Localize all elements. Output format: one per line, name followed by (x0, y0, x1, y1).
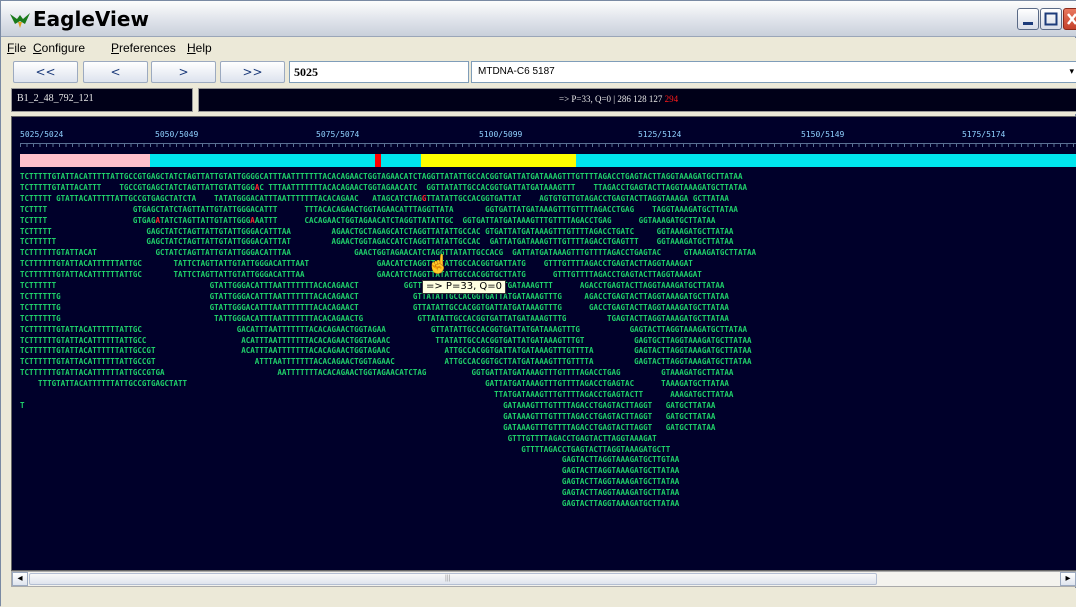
status-bar (1, 588, 1076, 607)
read-line[interactable]: GATAAAGTTTGTTTTAGACCTGAGTACTTAGGT GATGCT… (20, 412, 715, 421)
read-line[interactable]: GAGTACTTAGGTAAAGATGCTTATAA (20, 488, 679, 497)
maximize-icon (1044, 12, 1058, 26)
read-line[interactable]: TCTTTTTTGTATTACATTTTTTATTGCCGTGA AATTTTT… (20, 368, 733, 377)
window-title: EagleView (33, 7, 149, 31)
read-line[interactable]: GTTTGTTTTAGACCTGAGTACTTAGGTAAAGAT (20, 434, 657, 443)
read-line[interactable]: TCTTTTTTGTATTACATTTTTTATTGCCGT ACATTTAAT… (20, 346, 752, 355)
read-line[interactable]: GAGTACTTAGGTAAAGATGCTTGTAA (20, 455, 679, 464)
read-line[interactable]: TCTTTTTTGTATTACATTTTTTATTGC TATTCTAGTTAT… (20, 270, 702, 279)
coverage-segment-yellow (421, 154, 576, 167)
read-line[interactable]: GATAAAGTTTGTTTTAGACCTGAGTACTTAGGT GATGCT… (20, 423, 715, 432)
read-line[interactable]: TCTTTTT GTATTACATTTTTATTGCCGTGAGCTATCTA … (20, 194, 729, 203)
menu-help[interactable]: Help (187, 41, 212, 55)
reference-select-value: MTDNA-C6 5187 (478, 66, 555, 77)
scroll-left-button[interactable]: ◂ (12, 572, 28, 586)
menu-configure[interactable]: Configure (33, 41, 85, 55)
scroll-right-button[interactable]: ▸ (1060, 572, 1076, 586)
next-button[interactable]: > (151, 61, 216, 83)
read-id-display: B1_2_48_792_121 (11, 88, 193, 112)
read-line[interactable]: TCTTTTTTGTATTACATTTTTTATTGCCGT ATTTAATTT… (20, 357, 752, 366)
read-line[interactable]: TCTTTTTTGTATTACATTTTTTATTGC TATTCTAGTTAT… (20, 259, 693, 268)
read-line[interactable]: TCTTTTTTGTATTACAT GCTATCTAGTTATTGTATTGGG… (20, 248, 756, 257)
status-display: => P=33, Q=0 | 286 128 127 294 (198, 88, 1076, 112)
app-window: EagleView File Configure Preferences Hel… (0, 0, 1076, 607)
read-line[interactable]: TCTTTTTTGTATTACATTTTTTATTGCC ACATTTAATTT… (20, 336, 752, 345)
maximize-button[interactable] (1040, 8, 1062, 30)
read-line[interactable]: TTTGTATTACATTTTTTATTGCCGTGAGCTATT GATTAT… (20, 379, 729, 388)
read-line[interactable]: T GATAAAGTTTGTTTTAGACCTGAGTACTTAGGT GATG… (20, 401, 715, 410)
minimize-button[interactable] (1017, 8, 1039, 30)
status-main: => P=33, Q=0 | 286 128 127 (559, 94, 665, 104)
read-line[interactable]: TCTTTT GTGAGATATCTAGTTATTGTATTGGGAAATTT … (20, 216, 715, 225)
coverage-segment-pink (20, 154, 150, 167)
read-line[interactable]: TCTTTTT GAGCTATCTAGTTATTGTATTGGGACATTTAA… (20, 227, 733, 236)
scroll-grip-icon: ||| (445, 575, 451, 582)
previous-button[interactable]: < (83, 61, 148, 83)
coverage-segment-cyan-3 (576, 154, 1076, 167)
menu-preferences[interactable]: Preferences (111, 41, 176, 55)
position-label: 5175/5174 (962, 130, 1006, 139)
read-line[interactable]: TCTTTTTGTATTACATTT TGCCGTGAGCTATCTAGTTAT… (20, 183, 747, 192)
scroll-thumb[interactable]: ||| (29, 573, 877, 585)
coverage-bar (20, 154, 1076, 167)
read-line[interactable]: TCTTTTTT GTATTGGGACATTTAATTTTTTTACACAGAA… (20, 281, 724, 290)
read-line[interactable]: GAGTACTTAGGTAAAGATGCTTATAA (20, 466, 679, 475)
last-page-button[interactable]: >> (220, 61, 285, 83)
read-line[interactable]: TCTTTTTTG GTATTGGGACATTTAATTTTTTTACACAGA… (20, 292, 729, 301)
read-line[interactable]: GTTTTAGACCTGAGTACTTAGGTAAAGATGCTT (20, 445, 670, 454)
position-label: 5075/5074 (316, 130, 360, 139)
menu-bar: File Configure Preferences Help (1, 38, 1076, 58)
coverage-segment-cyan-2 (381, 154, 421, 167)
coverage-segment-cyan (150, 154, 375, 167)
menu-file[interactable]: File (7, 41, 26, 55)
eagle-logo-icon (10, 13, 30, 28)
read-line[interactable]: GAGTACTTAGGTAAAGATGCTTATAA (20, 477, 679, 486)
position-label: 5125/5124 (638, 130, 682, 139)
position-input[interactable]: 5025 (289, 61, 469, 83)
position-label: 5100/5099 (479, 130, 523, 139)
read-line[interactable]: TCTTTTTT GAGCTATCTAGTTATTGTATTGGGACATTTA… (20, 237, 733, 246)
dropdown-arrow-icon: ▾ (1069, 66, 1074, 76)
minimize-icon (1023, 22, 1033, 25)
tooltip: => P=33, Q=0 (422, 280, 507, 294)
status-text: => P=33, Q=0 | 286 128 127 294 (559, 94, 678, 104)
reference-select[interactable]: MTDNA-C6 5187 ▾ (471, 61, 1076, 83)
read-line[interactable]: TCTTTT GTGAGCTATCTAGTTATTGTATTGGGACATTT … (20, 205, 738, 214)
read-line[interactable]: TCTTTTTTG TATTGGGACATTTAATTTTTTTACACAGAA… (20, 314, 729, 323)
close-icon (1067, 13, 1076, 25)
close-button[interactable] (1063, 8, 1076, 30)
first-page-button[interactable]: << (13, 61, 78, 83)
alignment-viewer[interactable]: 5025/5024 5050/5049 5075/5074 5100/5099 5125… (11, 116, 1076, 571)
position-label: 5050/5049 (155, 130, 199, 139)
info-bar: B1_2_48_792_121 => P=33, Q=0 | 286 128 1… (1, 86, 1076, 114)
navigation-toolbar: << < > >> 5025 MTDNA-C6 5187 ▾ (1, 58, 1076, 86)
hand-cursor-icon: ☝ (427, 254, 450, 274)
read-line[interactable]: GAGTACTTAGGTAAAGATGCTTATAA (20, 499, 679, 508)
horizontal-scrollbar[interactable]: ◂ ||| ▸ (11, 571, 1076, 587)
read-line[interactable]: TCTTTTTTGTATTACATTTTTTATTGC GACATTTAATTT… (20, 325, 747, 334)
position-label: 5150/5149 (801, 130, 845, 139)
position-label: 5025/5024 (20, 130, 64, 139)
read-line[interactable]: TCTTTTTGTATTACATTTTTATTGCCGTGAGCTATCTAGT… (20, 172, 742, 181)
position-ruler (20, 143, 1076, 147)
title-bar[interactable]: EagleView (1, 1, 1076, 37)
read-line[interactable]: TTATGATAAAGTTTGTTTTAGACCTGAGTACTT AAAGAT… (20, 390, 733, 399)
read-line[interactable]: TCTTTTTTG GTATTGGGACATTTAATTTTTTTACACAGA… (20, 303, 729, 312)
status-highlight: 294 (664, 94, 679, 104)
